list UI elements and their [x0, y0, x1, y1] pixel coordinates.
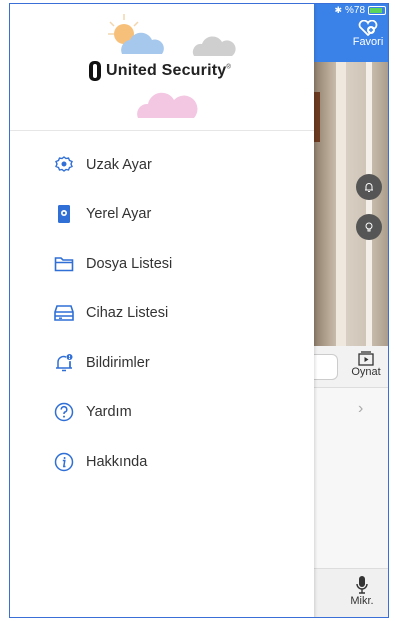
microphone-icon: [356, 576, 368, 594]
drawer-header: United Security®: [10, 4, 314, 131]
battery-text: %78: [344, 5, 365, 16]
remote-settings-gear-icon: [54, 155, 74, 175]
bell-notification-icon: [54, 353, 74, 373]
drawer-menu: Uzak Ayar Yerel Ayar Dosya Listesi Cihaz…: [10, 140, 314, 487]
app-window: ✱ %78 Favori Oynat › Mikr. United Securi…: [9, 3, 389, 618]
settings-icon: ✱: [334, 5, 342, 15]
camera-video-view[interactable]: [314, 62, 388, 346]
menu-item-notifications[interactable]: Bildirimler: [10, 338, 314, 388]
menu-item-label: Bildirimler: [86, 354, 150, 371]
mic-label: Mikr.: [350, 595, 374, 607]
menu-item-help[interactable]: Yardım: [10, 388, 314, 438]
favorite-button[interactable]: Favori: [348, 20, 388, 48]
menu-item-label: Uzak Ayar: [86, 156, 152, 173]
heart-add-icon: [358, 20, 378, 36]
menu-item-label: Cihaz Listesi: [86, 305, 169, 322]
microphone-button[interactable]: Mikr.: [342, 575, 382, 607]
folder-icon: [54, 254, 74, 274]
play-button[interactable]: Oynat: [346, 350, 386, 378]
bell-icon: [365, 183, 373, 192]
menu-item-about[interactable]: Hakkında: [10, 437, 314, 487]
menu-item-label: Yerel Ayar: [86, 206, 152, 223]
info-icon: [54, 452, 74, 472]
light-button[interactable]: [356, 214, 382, 240]
menu-item-file-list[interactable]: Dosya Listesi: [10, 239, 314, 289]
menu-item-label: Hakkında: [86, 453, 148, 470]
video-detail: [366, 62, 372, 346]
sun-cloud-icon: [108, 14, 164, 54]
menu-item-remote-settings[interactable]: Uzak Ayar: [10, 140, 314, 190]
shield-logo-icon: [89, 61, 101, 81]
favorite-label: Favori: [352, 36, 384, 48]
background-list: ›: [314, 388, 388, 568]
cloud-icon: [192, 36, 236, 56]
battery-icon: [368, 6, 386, 15]
device-list-icon: [54, 303, 74, 323]
playback-icon: [358, 351, 374, 366]
playback-controls: Oynat: [314, 346, 388, 388]
pink-cloud-icon: [137, 92, 198, 118]
background-app: ✱ %78 Favori Oynat › Mikr.: [314, 4, 388, 617]
help-question-icon: [54, 402, 74, 422]
logo-text: United Security®: [106, 62, 231, 79]
alarm-button[interactable]: [356, 174, 382, 200]
company-logo: United Security®: [88, 60, 231, 82]
light-bulb-icon: [365, 222, 373, 232]
chevron-right-icon[interactable]: ›: [358, 400, 363, 418]
menu-item-device-list[interactable]: Cihaz Listesi: [10, 289, 314, 339]
menu-item-local-settings[interactable]: Yerel Ayar: [10, 190, 314, 240]
video-detail: [314, 92, 320, 142]
play-label: Oynat: [351, 366, 381, 378]
video-detail: [336, 62, 346, 346]
menu-item-label: Dosya Listesi: [86, 255, 173, 272]
local-settings-phone-icon: [54, 204, 74, 224]
bottom-toolbar: Mikr.: [314, 568, 388, 617]
status-bar: ✱ %78: [334, 5, 386, 16]
menu-item-label: Yardım: [86, 404, 132, 421]
top-bar: ✱ %78 Favori: [314, 4, 388, 62]
control-field[interactable]: [314, 354, 338, 380]
side-drawer: United Security® Uzak Ayar Yerel Ayar Do…: [10, 4, 314, 617]
